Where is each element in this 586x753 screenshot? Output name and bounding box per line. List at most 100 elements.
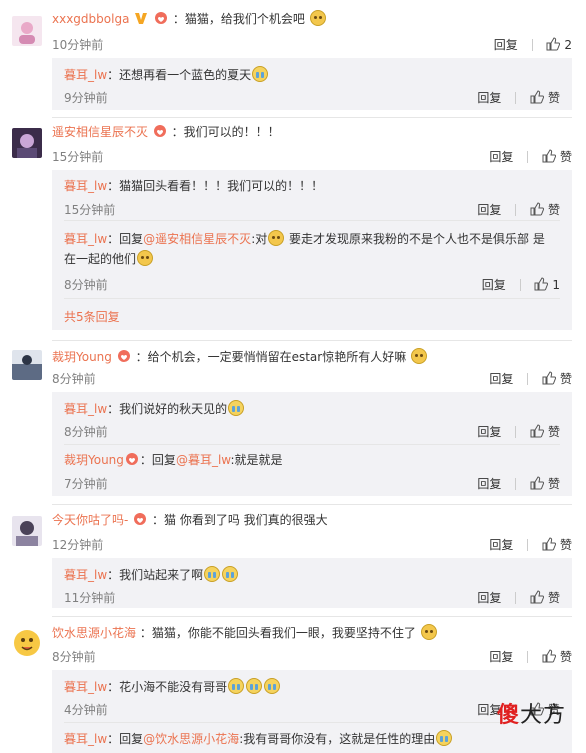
- username-link[interactable]: 暮耳_lw: [64, 68, 107, 82]
- username-link[interactable]: 暮耳_lw: [64, 179, 107, 193]
- comment-item: 饮水思源小花海 ：猫猫，你能不能回头看我们一眼，我要坚持不住了 8分钟前 回复 …: [0, 624, 586, 753]
- like-count: 1: [552, 278, 560, 292]
- reply-actions: 回复 赞: [477, 201, 560, 218]
- username-link[interactable]: 暮耳_lw: [64, 232, 107, 246]
- crying-emoji-icon: [228, 678, 245, 694]
- mention-link[interactable]: @暮耳_lw: [176, 453, 231, 467]
- reply-list: 暮耳_lw：我们站起来了啊 11分钟前 回复 赞: [52, 558, 572, 608]
- comment-text: ：猫猫，给我们个机会吧: [172, 12, 305, 26]
- username-link[interactable]: 饮水思源小花海: [52, 626, 136, 640]
- thumb-up-icon: [530, 90, 544, 104]
- like-button[interactable]: 赞: [530, 201, 560, 218]
- like-button[interactable]: 赞: [530, 89, 560, 106]
- username-link[interactable]: 裁玥Young: [64, 453, 124, 467]
- divider: [527, 650, 529, 663]
- reply-list: 暮耳_lw：我们说好的秋天见的 8分钟前 回复 赞 裁玥Young ：回复@暮耳_…: [52, 392, 572, 496]
- reply-button[interactable]: 回复: [489, 148, 513, 165]
- timestamp: 12分钟前: [52, 538, 104, 552]
- comment-actions: 回复 赞: [489, 648, 572, 665]
- reply-button[interactable]: 回复: [477, 475, 501, 492]
- mention-link[interactable]: @饮水思源小花海: [143, 732, 239, 746]
- reply-button[interactable]: 回复: [482, 276, 506, 293]
- thumb-up-icon: [530, 424, 544, 438]
- reply-button[interactable]: 回复: [489, 648, 513, 665]
- divider: [527, 150, 529, 163]
- divider: [515, 203, 517, 216]
- divider: [64, 298, 560, 299]
- reply-button[interactable]: 回复: [477, 89, 501, 106]
- username-link[interactable]: 裁玥Young: [52, 350, 112, 364]
- like-button[interactable]: 赞: [542, 148, 572, 165]
- like-button[interactable]: 2: [546, 37, 572, 52]
- username-link[interactable]: 遥安相信星辰不灭: [52, 125, 148, 139]
- reply-actions: 回复 1: [482, 276, 560, 293]
- like-label: 赞: [559, 150, 572, 164]
- emoji-icon: [411, 348, 428, 364]
- timestamp: 15分钟前: [64, 203, 116, 217]
- reply-actions: 回复 赞: [477, 589, 560, 606]
- timestamp: 8分钟前: [52, 372, 96, 386]
- divider: [531, 38, 533, 51]
- username-link[interactable]: 暮耳_lw: [64, 680, 107, 694]
- like-button[interactable]: 赞: [530, 423, 560, 440]
- watermark: 傻大方: [497, 697, 566, 729]
- username-link[interactable]: 暮耳_lw: [64, 568, 107, 582]
- avatar[interactable]: [12, 516, 42, 546]
- comment-actions: 回复 赞: [489, 370, 572, 387]
- reply-text: ：还想再看一个蓝色的夏天: [107, 68, 252, 82]
- avatar[interactable]: [12, 350, 42, 380]
- like-button[interactable]: 赞: [542, 648, 572, 665]
- avatar[interactable]: [12, 16, 42, 46]
- username-link[interactable]: 今天你咕了吗-: [52, 513, 128, 527]
- fan-badge-icon: [117, 349, 131, 363]
- comment-text: ：猫 你看到了吗 我们真的很强大: [152, 513, 328, 527]
- reply-button[interactable]: 回复: [489, 536, 513, 553]
- reply-list: 暮耳_lw：猫猫回头看看！！！我们可以的！！！ 15分钟前 回复 赞 暮耳_lw…: [52, 170, 572, 330]
- reply-button[interactable]: 回复: [477, 589, 501, 606]
- like-button[interactable]: 1: [534, 277, 560, 292]
- comment-text: ：猫猫，你能不能回头看我们一眼，我要坚持不住了: [139, 626, 416, 640]
- divider: [64, 722, 560, 723]
- reply-content: 裁玥Young ：回复@暮耳_lw:就是就是: [64, 452, 282, 468]
- reply-list: 暮耳_lw：花小海不能没有哥哥 4分钟前 回复 赞 暮耳_lw：回复@饮水思源小…: [52, 670, 572, 753]
- crying-emoji-icon: [436, 730, 453, 746]
- like-button[interactable]: 赞: [542, 370, 572, 387]
- comment-content: 遥安相信星辰不灭 ：我们可以的！！！: [52, 124, 280, 140]
- timestamp: 9分钟前: [64, 91, 108, 105]
- reply-button[interactable]: 回复: [477, 201, 501, 218]
- reply-content: 暮耳_lw：回复@饮水思源小花海:我有哥哥你没有，这就是任性的理由: [64, 730, 453, 747]
- more-replies-link[interactable]: 共5条回复: [64, 308, 120, 325]
- avatar[interactable]: [12, 128, 42, 158]
- like-button[interactable]: 赞: [542, 536, 572, 553]
- reply-button[interactable]: 回复: [489, 370, 513, 387]
- username-link[interactable]: 暮耳_lw: [64, 732, 107, 746]
- divider: [52, 340, 572, 341]
- reply-prefix: ：回复: [139, 453, 176, 467]
- reply-text: ：猫猫回头看看！！！我们可以的！！！: [107, 179, 324, 193]
- reply-text: :我有哥哥你没有，这就是任性的理由: [239, 732, 436, 746]
- reply-button[interactable]: 回复: [494, 36, 518, 53]
- reply-actions: 回复 赞: [477, 89, 560, 106]
- like-button[interactable]: 赞: [530, 475, 560, 492]
- comment-actions: 回复 赞: [489, 536, 572, 553]
- reply-button[interactable]: 回复: [477, 423, 501, 440]
- avatar[interactable]: [12, 628, 42, 658]
- crying-emoji-icon: [204, 566, 221, 582]
- mention-link[interactable]: @遥安相信星辰不灭: [143, 232, 251, 246]
- like-label: 赞: [559, 650, 572, 664]
- like-label: 赞: [547, 425, 560, 439]
- reply-text: :就是就是: [230, 453, 283, 467]
- username-link[interactable]: xxxgdbbolga: [52, 12, 129, 26]
- emoji-icon: [420, 624, 437, 640]
- divider: [515, 477, 517, 490]
- comment-content: 今天你咕了吗- ：猫 你看到了吗 我们真的很强大: [52, 512, 328, 528]
- like-label: 赞: [547, 91, 560, 105]
- username-link[interactable]: 暮耳_lw: [64, 402, 107, 416]
- reply-content: 暮耳_lw：我们站起来了啊: [64, 566, 239, 583]
- crying-emoji-icon: [246, 678, 263, 694]
- reply-text: ：我们站起来了啊: [107, 568, 204, 582]
- like-button[interactable]: 赞: [530, 589, 560, 606]
- comment-text: ：我们可以的！！！: [171, 125, 280, 139]
- thumb-up-icon: [542, 537, 556, 551]
- reply-content-cont: 在一起的他们: [64, 250, 154, 267]
